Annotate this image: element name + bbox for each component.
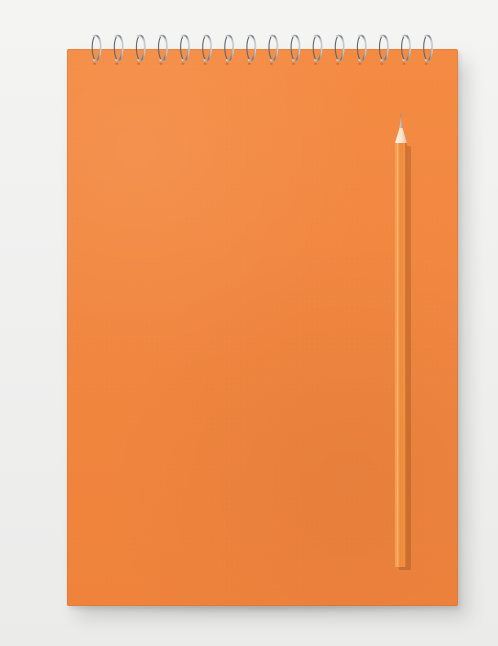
spiral-ring — [135, 34, 146, 65]
spiral-ring — [290, 34, 301, 65]
spiral-ring — [334, 34, 345, 65]
spiral-ring — [312, 34, 323, 65]
spiral-ring — [268, 34, 279, 65]
photo-scene — [0, 0, 498, 646]
spiral-ring — [180, 34, 190, 65]
spiral-ring — [91, 34, 102, 65]
spiral-binding — [91, 34, 434, 65]
spiral-ring — [224, 34, 235, 65]
spiral-ring — [356, 34, 367, 65]
spiral-ring — [378, 34, 389, 65]
spiral-ring — [246, 34, 257, 65]
spiral-ring — [113, 34, 124, 65]
spiral-ring — [423, 34, 434, 65]
spiral-ring — [157, 34, 168, 65]
spiral-ring — [202, 34, 213, 65]
orange-pencil — [395, 111, 411, 570]
spiral-ring — [401, 34, 411, 65]
